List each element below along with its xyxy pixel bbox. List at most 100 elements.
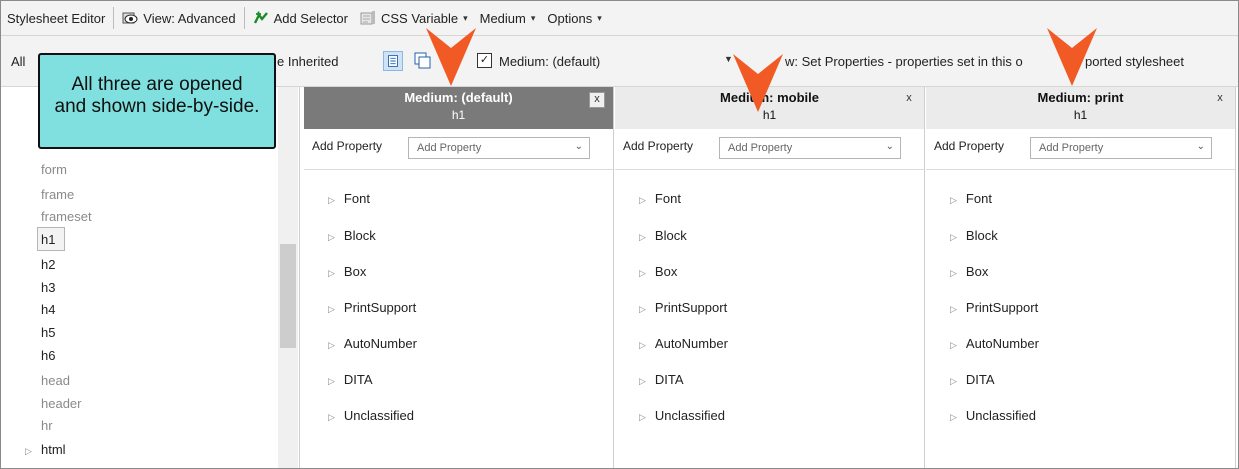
add-property-select[interactable]: Add Property ⌄ bbox=[719, 137, 901, 159]
show-filter-text[interactable]: w: Set Properties - properties set in th… bbox=[785, 54, 1023, 69]
category-font[interactable]: ▷ Font bbox=[639, 191, 681, 206]
category-autonumber[interactable]: ▷ AutoNumber bbox=[328, 336, 417, 351]
add-selector-button[interactable]: Add Selector bbox=[247, 6, 354, 30]
add-property-label: Add Property bbox=[623, 139, 694, 153]
medium-select-value[interactable]: Medium: (default) bbox=[499, 54, 600, 69]
list-item-frameset[interactable]: frameset bbox=[41, 209, 92, 224]
category-label: AutoNumber bbox=[654, 336, 728, 351]
category-unclassified[interactable]: ▷ Unclassified bbox=[950, 408, 1036, 423]
selector-list-scrollbar[interactable] bbox=[278, 87, 298, 468]
category-printsupport[interactable]: ▷ PrintSupport bbox=[950, 300, 1038, 315]
category-block[interactable]: ▷ Block bbox=[950, 228, 998, 243]
list-item-html[interactable]: html bbox=[41, 442, 66, 457]
stylesheet-editor-label: Stylesheet Editor bbox=[1, 6, 111, 30]
close-panel-icon[interactable]: x bbox=[589, 92, 605, 108]
category-autonumber[interactable]: ▷ AutoNumber bbox=[639, 336, 728, 351]
category-label: Font bbox=[343, 191, 370, 206]
expand-arrow-icon: ▷ bbox=[328, 412, 335, 422]
category-box[interactable]: ▷ Box bbox=[639, 264, 677, 279]
category-dita[interactable]: ▷ DITA bbox=[328, 372, 373, 387]
add-selector-icon bbox=[253, 11, 268, 24]
category-label: Box bbox=[654, 264, 678, 279]
close-panel-icon[interactable]: x bbox=[902, 92, 916, 106]
callout-line-2: and shown side-by-side. bbox=[54, 96, 260, 117]
caret-down-icon: ▾ bbox=[463, 12, 468, 23]
view-label: View: Advanced bbox=[143, 10, 236, 26]
list-item-head[interactable]: head bbox=[41, 373, 70, 388]
list-item-h2[interactable]: h2 bbox=[41, 257, 55, 272]
medium-panel: Medium: mobile h1 x Add Property Add Propert… bbox=[615, 87, 925, 468]
list-item-h1[interactable]: h1 bbox=[41, 232, 55, 247]
callout-line-1: All three are opened bbox=[71, 74, 243, 95]
list-item-header[interactable]: header bbox=[41, 396, 81, 411]
scrollbar-thumb[interactable] bbox=[280, 244, 296, 348]
expand-arrow-icon: ▷ bbox=[950, 268, 957, 278]
category-box[interactable]: ▷ Box bbox=[950, 264, 988, 279]
category-label: DITA bbox=[343, 372, 373, 387]
expand-arrow-icon: ▷ bbox=[328, 195, 335, 205]
medium-checkbox[interactable]: ✓ bbox=[477, 53, 492, 68]
panel-selector-name: h1 bbox=[1073, 108, 1088, 122]
category-label: PrintSupport bbox=[654, 300, 728, 315]
add-property-select[interactable]: Add Property ⌄ bbox=[1030, 137, 1212, 159]
category-label: Font bbox=[965, 191, 992, 206]
category-dita[interactable]: ▷ DITA bbox=[639, 372, 684, 387]
expand-arrow-icon: ▷ bbox=[639, 412, 646, 422]
category-label: Font bbox=[654, 191, 681, 206]
category-unclassified[interactable]: ▷ Unclassified bbox=[328, 408, 414, 423]
expand-arrow-icon: ▷ bbox=[950, 304, 957, 314]
category-label: PrintSupport bbox=[965, 300, 1039, 315]
panel-header[interactable]: Medium: print h1 x bbox=[926, 87, 1235, 129]
category-label: Block bbox=[343, 228, 376, 243]
expand-arrow-icon: ▷ bbox=[328, 232, 335, 242]
list-item-frame[interactable]: frame bbox=[41, 187, 74, 202]
panel-medium-title: Medium: print bbox=[1037, 90, 1124, 105]
list-item-h6[interactable]: h6 bbox=[41, 348, 55, 363]
expand-arrow-icon: ▷ bbox=[328, 304, 335, 314]
category-dita[interactable]: ▷ DITA bbox=[950, 372, 995, 387]
list-item-form[interactable]: form bbox=[41, 162, 67, 177]
selector-filter-text[interactable]: All bbox=[11, 54, 25, 69]
view-button[interactable]: View: Advanced bbox=[116, 6, 241, 30]
expand-arrow-icon: ▷ bbox=[639, 304, 646, 314]
show-filter-text-end: ported stylesheet bbox=[1085, 54, 1185, 69]
panel-header[interactable]: Medium: (default) h1 x bbox=[304, 87, 613, 129]
add-property-row: Add Property Add Property ⌄ bbox=[304, 129, 613, 170]
list-item-h3[interactable]: h3 bbox=[41, 280, 55, 295]
options-menu-label: Options bbox=[547, 10, 593, 26]
caret-down-icon: ▾ bbox=[530, 12, 536, 23]
category-block[interactable]: ▷ Block bbox=[639, 228, 687, 243]
toolbar-separator bbox=[113, 7, 115, 29]
category-autonumber[interactable]: ▷ AutoNumber bbox=[950, 336, 1039, 351]
category-block[interactable]: ▷ Block bbox=[328, 228, 376, 243]
chevron-down-icon: ⌄ bbox=[885, 141, 894, 152]
expand-arrow-icon[interactable]: ▷ bbox=[25, 446, 32, 457]
pointer-arrow-2-icon bbox=[733, 54, 783, 112]
category-label: Box bbox=[965, 264, 989, 279]
category-font[interactable]: ▷ Font bbox=[328, 191, 370, 206]
category-font[interactable]: ▷ Font bbox=[950, 191, 992, 206]
category-printsupport[interactable]: ▷ PrintSupport bbox=[328, 300, 416, 315]
category-box[interactable]: ▷ Box bbox=[328, 264, 366, 279]
category-unclassified[interactable]: ▷ Unclassified bbox=[639, 408, 725, 423]
options-menu[interactable]: Options ▾ bbox=[541, 6, 607, 30]
add-property-placeholder: Add Property bbox=[728, 142, 793, 154]
category-label: Unclassified bbox=[343, 408, 415, 423]
eye-icon bbox=[122, 12, 138, 24]
medium-menu[interactable]: Medium ▾ bbox=[474, 6, 542, 30]
expand-arrow-icon: ▷ bbox=[950, 412, 957, 422]
expand-arrow-icon: ▷ bbox=[639, 232, 646, 242]
list-item-hr[interactable]: hr bbox=[41, 418, 53, 433]
view-mode-icon[interactable] bbox=[383, 51, 403, 71]
css-variable-label: CSS Variable bbox=[381, 10, 459, 26]
list-item-h4[interactable]: h4 bbox=[41, 302, 55, 317]
add-property-row: Add Property Add Property ⌄ bbox=[615, 129, 924, 170]
category-label: AutoNumber bbox=[965, 336, 1039, 351]
category-label: AutoNumber bbox=[343, 336, 417, 351]
list-item-h5[interactable]: h5 bbox=[41, 325, 55, 340]
pointer-arrow-1-icon bbox=[426, 28, 476, 86]
add-property-select[interactable]: Add Property ⌄ bbox=[408, 137, 590, 159]
add-property-placeholder: Add Property bbox=[417, 142, 482, 154]
category-printsupport[interactable]: ▷ PrintSupport bbox=[639, 300, 727, 315]
close-panel-icon[interactable]: x bbox=[1213, 92, 1227, 106]
